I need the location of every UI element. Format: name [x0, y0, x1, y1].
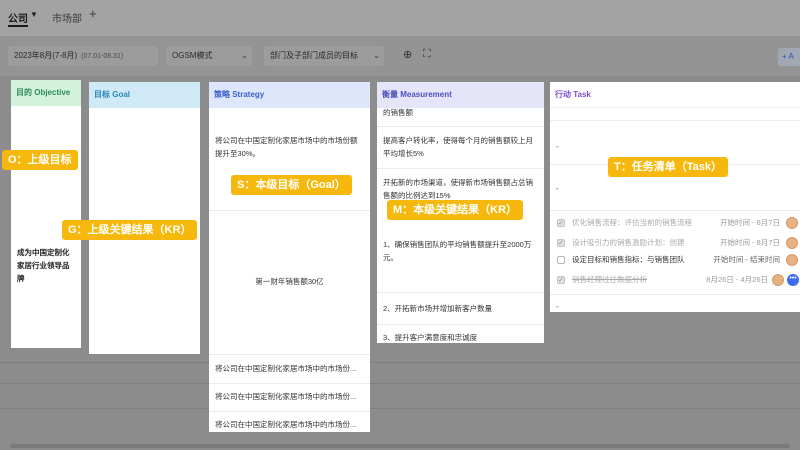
measurement-row[interactable]: 开拓新的市场渠道，使得新市场销售额占总销售额的比例达到15% [377, 176, 544, 202]
cell-divider [550, 210, 800, 211]
task-checkbox[interactable] [557, 256, 565, 264]
cell-divider [377, 126, 544, 127]
task-header: 行动 Task [550, 82, 800, 108]
horizontal-scrollbar[interactable] [10, 444, 790, 448]
row-divider [0, 362, 800, 363]
annotation-measurement: M：本级关键结果（KR） [387, 200, 524, 220]
strategy-row[interactable]: 将公司在中国定制化家居市场中的市场份... [209, 418, 370, 431]
task-item[interactable]: 优化销售流程：评估当前的销售流程 开始时间 - 8月7日 [550, 213, 800, 234]
task-checkbox[interactable] [557, 234, 565, 254]
scope-label: 部门及子部门成员的目标 [270, 51, 358, 60]
objective-column: 目的 Objective 成为中国定制化家居行业领导品牌 [11, 80, 81, 348]
top-tab-bar: 公司 ▼ 市场部 + [0, 0, 800, 36]
objective-cell[interactable]: 成为中国定制化家居行业领导品牌 [11, 246, 81, 285]
cell-divider [550, 120, 800, 121]
task-item[interactable]: 设定目标和销售指标：与销售团队 开始时间 - 结束时间 [550, 250, 800, 270]
cell-divider [209, 411, 370, 412]
tab-company[interactable]: 公司 [8, 10, 28, 27]
measurement-row[interactable]: 提高客户转化率，使得每个月的销售额较上月平均增长5% [377, 134, 544, 160]
avatar[interactable] [772, 274, 784, 286]
avatar[interactable] [786, 237, 798, 249]
target-icon[interactable]: ⊕ [403, 48, 412, 61]
annotation-objective: O：上级目标 [2, 150, 78, 170]
add-button[interactable]: + A [778, 48, 800, 66]
avatar[interactable] [786, 254, 798, 266]
cell-divider [377, 168, 544, 169]
task-item[interactable]: 销售经理过往数据分析 8月26日 - 4月26日 ••• [550, 270, 800, 291]
strategy-main-cell[interactable]: 将公司在中国定制化家居市场中的市场份额提升至30%。 [209, 134, 370, 160]
more-icon[interactable]: ••• [787, 274, 799, 286]
measurement-row[interactable]: 的销售额 [377, 106, 544, 119]
fullscreen-icon[interactable]: ⛶ [423, 48, 431, 61]
chevron-down-icon[interactable]: ▼ [30, 10, 38, 19]
row-divider [0, 383, 800, 384]
annotation-task: T：任务清单（Task） [608, 157, 728, 177]
task-empty-cell[interactable]: - [550, 182, 800, 195]
scope-select[interactable]: 部门及子部门成员的目标 ⌄ [264, 46, 384, 66]
cell-divider [377, 292, 544, 293]
strategy-row[interactable]: 将公司在中国定制化家居市场中的市场份... [209, 362, 370, 375]
task-name: 设定目标和销售指标：与销售团队 [572, 255, 685, 264]
mode-label: OGSM模式 [172, 51, 213, 60]
task-name: 优化销售流程：评估当前的销售流程 [572, 218, 692, 227]
cell-divider [209, 210, 370, 211]
task-name: 销售经理过往数据分析 [572, 275, 647, 284]
measurement-row[interactable]: 2、开拓新市场并增加新客户数量 [377, 302, 544, 315]
cell-divider [209, 354, 370, 355]
mode-select[interactable]: OGSM模式 ⌄ [166, 46, 252, 66]
cell-divider [550, 294, 800, 295]
filter-bar: 2023年8月(7-8月) (07.01-08.31) OGSM模式 ⌄ 部门及子部… [0, 36, 800, 76]
measurement-header: 衡量 Measurement [377, 82, 544, 108]
task-time: 开始时间 - 8月7日 [719, 218, 780, 227]
strategy-header: 策略 Strategy [209, 82, 370, 108]
task-checkbox[interactable] [557, 271, 565, 291]
task-time: 开始时间 - 结束时间 [713, 255, 780, 264]
cell-divider [209, 383, 370, 384]
tab-marketing[interactable]: 市场部 [52, 10, 82, 25]
add-tab-icon[interactable]: + [89, 6, 97, 21]
task-empty-cell[interactable]: - [550, 300, 800, 313]
measurement-row[interactable]: 1、确保销售团队的平均销售额提升至2000万元。 [377, 238, 544, 264]
strategy-column: 策略 Strategy 将公司在中国定制化家居市场中的市场份额提升至30%。 第… [209, 82, 370, 432]
row-divider [0, 408, 800, 409]
task-checkbox[interactable] [557, 214, 565, 234]
task-empty-cell[interactable]: - [550, 140, 800, 153]
period-range: (07.01-08.31) [81, 53, 124, 60]
annotation-strategy: S：本级目标（Goal） [231, 175, 352, 195]
period-select[interactable]: 2023年8月(7-8月) (07.01-08.31) [8, 46, 158, 66]
avatar[interactable] [786, 217, 798, 229]
task-column: 行动 Task - - 优化销售流程：评估当前的销售流程 开始时间 - 8月7日… [550, 82, 800, 312]
measurement-row[interactable]: 3、提升客户满意度和忠诚度 [377, 331, 544, 344]
annotation-goal: G：上级关键结果（KR） [62, 220, 198, 240]
goal-header: 目标 Goal [89, 82, 200, 108]
strategy-row[interactable]: 将公司在中国定制化家居市场中的市场份... [209, 390, 370, 403]
objective-header: 目的 Objective [11, 80, 81, 106]
period-label: 2023年8月(7-8月) [14, 51, 78, 60]
task-time: 8月26日 - 4月26日 [706, 275, 768, 284]
chevron-down-icon: ⌄ [373, 51, 380, 60]
chevron-down-icon: ⌄ [241, 51, 248, 60]
strategy-center-cell[interactable]: 第一财年销售额30亿 [209, 275, 370, 288]
cell-divider [377, 324, 544, 325]
goal-column: 目标 Goal [89, 82, 200, 354]
